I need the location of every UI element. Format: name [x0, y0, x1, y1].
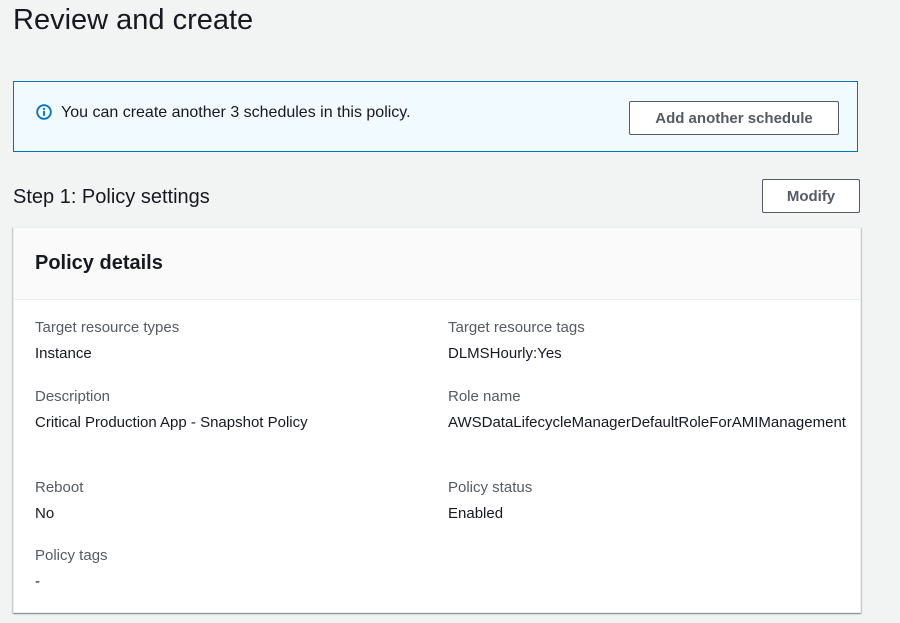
info-icon: [36, 104, 52, 120]
field-label: Policy tags: [35, 547, 108, 564]
field-policy-tags: Policy tags -: [35, 546, 435, 593]
modify-button[interactable]: Modify: [762, 179, 860, 213]
field-label: Target resource types: [35, 319, 180, 336]
panel-title: Policy details: [35, 252, 163, 274]
field-target-resource-tags: Target resource tags DLMSHourly:Yes: [448, 318, 848, 365]
info-alert: You can create another 3 schedules in th…: [13, 81, 858, 152]
field-label: Policy status: [448, 479, 533, 496]
panel-header: Policy details: [14, 228, 860, 300]
field-value: Instance: [35, 345, 92, 362]
field-value: -: [35, 573, 40, 590]
field-value: No: [35, 505, 55, 522]
field-value: Critical Production App - Snapshot Polic…: [35, 414, 308, 431]
field-value: AWSDataLifecycleManagerDefaultRoleForAMI…: [448, 414, 846, 431]
field-target-resource-types: Target resource types Instance: [35, 318, 435, 365]
page-title: Review and create: [13, 4, 254, 36]
field-value: DLMSHourly:Yes: [448, 345, 562, 362]
field-label: Target resource tags: [448, 319, 585, 336]
field-label: Description: [35, 388, 111, 405]
field-reboot: Reboot No: [35, 478, 435, 525]
policy-details-panel: Policy details Target resource types Ins…: [13, 227, 861, 613]
add-another-schedule-button[interactable]: Add another schedule: [629, 101, 839, 135]
field-description: Description Critical Production App - Sn…: [35, 387, 435, 434]
field-policy-status: Policy status Enabled: [448, 478, 848, 525]
field-label: Role name: [448, 388, 521, 405]
field-label: Reboot: [35, 479, 84, 496]
step-title: Step 1: Policy settings: [13, 186, 210, 208]
field-role-name: Role name AWSDataLifecycleManagerDefault…: [448, 387, 848, 434]
field-value: Enabled: [448, 505, 504, 522]
alert-message: You can create another 3 schedules in th…: [61, 104, 411, 121]
